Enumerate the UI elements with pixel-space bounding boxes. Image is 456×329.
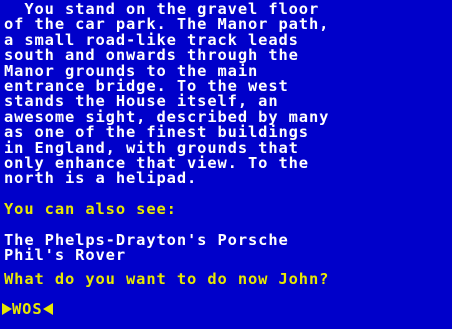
game-screen: You stand on the gravel floor of the car… [0,0,452,329]
input-question: What do you want to do now John? [4,269,330,288]
command-input[interactable]: WOS [12,301,43,317]
visible-item: Phil's Rover [4,246,126,265]
command-prompt[interactable]: WOS [2,301,53,317]
prompt-start-icon [2,303,12,315]
description-line: north is a helipad. [4,169,198,188]
also-see-heading: You can also see: [4,200,177,218]
cursor-icon [42,303,53,315]
